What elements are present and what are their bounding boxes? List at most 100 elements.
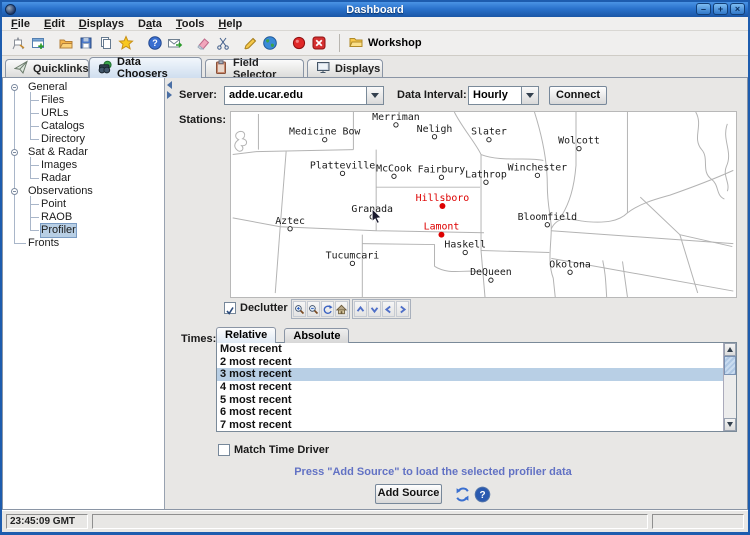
time-option[interactable]: 4 most recent (217, 381, 736, 394)
reload-icon[interactable] (454, 486, 471, 508)
time-option[interactable]: 6 most recent (217, 406, 736, 419)
tree-item-catalogs[interactable]: Catalogs (3, 120, 164, 133)
map-station-platteville[interactable]: Platteville (310, 160, 375, 175)
tree-item-fronts[interactable]: Fronts (3, 237, 164, 250)
tree-item-radar[interactable]: Radar (3, 172, 164, 185)
station-marker[interactable] (535, 173, 539, 177)
tree-item-point[interactable]: Point (3, 198, 164, 211)
pan-right-icon[interactable] (396, 301, 409, 317)
stations-map[interactable]: MerrimanMedicine BowNelighSlaterWolcottP… (230, 111, 737, 298)
edit-icon[interactable] (240, 33, 260, 53)
tree-expand-knob-icon[interactable] (11, 149, 18, 156)
station-marker[interactable] (463, 250, 467, 254)
record-image-icon[interactable] (289, 33, 309, 53)
stations-map-svg[interactable]: MerrimanMedicine BowNelighSlaterWolcottP… (231, 112, 736, 297)
menu-edit[interactable]: Edit (37, 17, 72, 31)
time-option[interactable]: Most recent (217, 343, 736, 356)
tree-expand-knob-icon[interactable] (11, 188, 18, 195)
tree-item-profiler[interactable]: Profiler (3, 224, 164, 237)
favorites-icon[interactable] (116, 33, 136, 53)
copy-icon[interactable] (96, 33, 116, 53)
station-marker[interactable] (340, 171, 344, 175)
pan-left-icon[interactable] (382, 301, 395, 317)
map-station-wolcott[interactable]: Wolcott (558, 136, 600, 151)
tree-item-raob[interactable]: RAOB (3, 211, 164, 224)
save-bundle-icon[interactable] (76, 33, 96, 53)
station-marker[interactable] (323, 138, 327, 142)
times-scrollbar[interactable] (723, 343, 736, 431)
tree-item-urls[interactable]: URLs (3, 107, 164, 120)
station-marker-selected[interactable] (438, 232, 444, 238)
time-option[interactable]: 2 most recent (217, 356, 736, 369)
tab-field-selector[interactable]: Field Selector (205, 59, 304, 77)
zoom-in-icon[interactable] (293, 301, 306, 317)
split-divider[interactable] (165, 78, 176, 509)
map-station-slater[interactable]: Slater (471, 127, 507, 142)
map-station-fairbury[interactable]: Fairbury (418, 164, 466, 179)
interval-dropdown-icon[interactable] (521, 87, 538, 104)
map-station-lamont[interactable]: Lamont (424, 222, 460, 238)
tab-displays[interactable]: Displays (307, 59, 383, 77)
help-icon[interactable]: ? (474, 486, 491, 508)
time-option[interactable]: 7 most recent (217, 419, 736, 432)
map-station-haskell[interactable]: Haskell (444, 240, 486, 255)
map-station-merriman[interactable]: Merriman (372, 112, 420, 127)
time-option[interactable]: 3 most recent (217, 368, 736, 381)
menu-displays[interactable]: Displays (72, 17, 131, 31)
map-station-hillsboro[interactable]: Hillsboro (416, 193, 470, 209)
map-station-bloomfield[interactable]: Bloomfield (518, 212, 578, 227)
station-marker[interactable] (439, 175, 443, 179)
station-marker[interactable] (394, 123, 398, 127)
close-button[interactable]: × (730, 3, 745, 15)
cut-icon[interactable] (213, 33, 233, 53)
times-list[interactable]: Most recent2 most recent3 most recent4 m… (216, 342, 737, 432)
time-tab-relative[interactable]: Relative (216, 327, 276, 343)
pan-up-icon[interactable] (354, 301, 367, 317)
station-marker-selected[interactable] (439, 203, 445, 209)
station-marker[interactable] (577, 146, 581, 150)
tab-data-choosers[interactable]: Data Choosers (89, 57, 202, 78)
tree-item-images[interactable]: Images (3, 159, 164, 172)
pan-down-icon[interactable] (368, 301, 381, 317)
scroll-thumb[interactable] (724, 356, 736, 375)
tree-item-directory[interactable]: Directory (3, 133, 164, 146)
remove-displays-icon[interactable] (309, 33, 329, 53)
map-station-medicine-bow[interactable]: Medicine Bow (289, 127, 360, 142)
menu-data[interactable]: Data (131, 17, 169, 31)
station-marker[interactable] (484, 180, 488, 184)
scroll-up-icon[interactable] (724, 343, 736, 356)
map-station-tucumcari[interactable]: Tucumcari (326, 250, 380, 265)
map-station-dequeen[interactable]: DeQueen (470, 267, 512, 282)
expand-right-icon[interactable] (167, 91, 172, 99)
tab-quicklinks[interactable]: Quicklinks (5, 59, 89, 77)
web-icon[interactable] (260, 33, 280, 53)
workshop-toolbar-item[interactable]: Workshop (348, 34, 422, 53)
reset-zoom-icon[interactable] (321, 301, 334, 317)
zoom-out-icon[interactable] (307, 301, 320, 317)
support-icon[interactable] (165, 33, 185, 53)
open-bundle-icon[interactable] (56, 33, 76, 53)
new-window-icon[interactable] (28, 33, 48, 53)
time-option[interactable]: 5 most recent (217, 394, 736, 407)
tree-item-sat-radar[interactable]: Sat & Radar (3, 146, 164, 159)
tree-item-general[interactable]: General (3, 81, 164, 94)
data-interval-combobox[interactable]: Hourly (468, 86, 539, 105)
station-marker[interactable] (350, 261, 354, 265)
collapse-left-icon[interactable] (167, 81, 172, 89)
server-dropdown-icon[interactable] (366, 87, 383, 104)
scroll-down-icon[interactable] (724, 418, 736, 431)
menu-help[interactable]: Help (211, 17, 249, 31)
station-marker[interactable] (432, 135, 436, 139)
tree-item-files[interactable]: Files (3, 94, 164, 107)
declutter-checkbox[interactable] (224, 302, 236, 314)
maximize-button[interactable]: + (713, 3, 728, 15)
help-icon[interactable]: ? (145, 33, 165, 53)
tree-expand-knob-icon[interactable] (11, 84, 18, 91)
station-marker[interactable] (487, 138, 491, 142)
menu-file[interactable]: File (4, 17, 37, 31)
title-bar[interactable]: Dashboard – + × (2, 2, 748, 17)
home-icon[interactable] (335, 301, 348, 317)
server-combobox[interactable]: adde.ucar.edu (224, 86, 384, 105)
tree-item-observations[interactable]: Observations (3, 185, 164, 198)
station-marker[interactable] (288, 227, 292, 231)
